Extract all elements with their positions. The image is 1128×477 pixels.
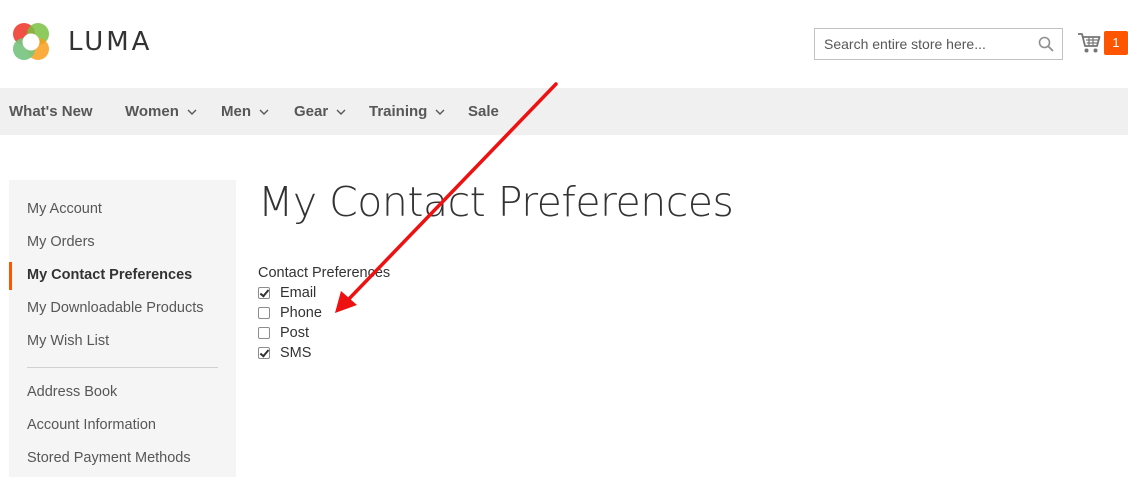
pref-option-post[interactable]: Post xyxy=(258,323,309,343)
nav-item-men[interactable]: Men xyxy=(221,88,269,135)
pref-option-label: Email xyxy=(280,285,317,301)
nav-item-label: Women xyxy=(125,103,179,120)
nav-item-label: Gear xyxy=(294,103,329,120)
post-checkbox[interactable] xyxy=(258,327,270,339)
nav-item-sale[interactable]: Sale xyxy=(468,88,499,135)
pref-option-label: SMS xyxy=(280,345,312,361)
chevron-down-icon xyxy=(259,109,269,115)
page-title: My Contact Preferences xyxy=(258,178,734,226)
pref-option-email[interactable]: Email xyxy=(258,283,316,303)
sidebar-item-my-account[interactable]: My Account xyxy=(27,201,102,217)
page-header: LUMA 1 xyxy=(0,0,1128,88)
sidebar-divider xyxy=(27,367,218,368)
nav-item-label: Sale xyxy=(468,103,499,120)
nav-item-whats-new[interactable]: What's New xyxy=(9,88,93,135)
pref-option-phone[interactable]: Phone xyxy=(258,303,322,323)
nav-item-label: Training xyxy=(369,103,428,120)
contact-preferences-label: Contact Preferences xyxy=(258,265,391,281)
nav-item-label: What's New xyxy=(9,103,93,120)
phone-checkbox[interactable] xyxy=(258,307,270,319)
pref-option-label: Phone xyxy=(280,305,322,321)
sidebar-item-my-contact-preferences: My Contact Preferences xyxy=(27,267,193,283)
search-icon[interactable] xyxy=(1038,36,1054,52)
sidebar-item-my-orders[interactable]: My Orders xyxy=(27,234,95,250)
main-navigation: What's New Women Men Gear Training Sale xyxy=(0,88,1128,135)
search-box xyxy=(814,28,1063,60)
pref-option-label: Post xyxy=(280,325,310,341)
pref-option-sms[interactable]: SMS xyxy=(258,343,311,363)
nav-item-training[interactable]: Training xyxy=(369,88,445,135)
nav-item-gear[interactable]: Gear xyxy=(294,88,346,135)
chevron-down-icon xyxy=(435,109,445,115)
nav-item-label: Men xyxy=(221,103,251,120)
active-item-indicator xyxy=(9,262,12,290)
logo-link[interactable]: LUMA xyxy=(9,19,169,65)
sidebar-item-stored-payment-methods[interactable]: Stored Payment Methods xyxy=(27,450,191,466)
contact-preferences-form: Contact Preferences Email Phone Post SMS xyxy=(258,265,391,361)
sidebar-item-my-wish-list[interactable]: My Wish List xyxy=(27,333,109,349)
search-input[interactable] xyxy=(815,29,1030,59)
logo-text: LUMA xyxy=(68,27,153,57)
sidebar-item-account-information[interactable]: Account Information xyxy=(27,417,156,433)
chevron-down-icon xyxy=(336,109,346,115)
cart-count-badge: 1 xyxy=(1104,31,1128,55)
nav-item-women[interactable]: Women xyxy=(125,88,197,135)
cart-icon[interactable] xyxy=(1077,32,1101,54)
sidebar-item-address-book[interactable]: Address Book xyxy=(27,384,117,400)
sms-checkbox[interactable] xyxy=(258,347,270,359)
minicart[interactable]: 1 xyxy=(1077,30,1128,56)
luma-logo-icon xyxy=(13,23,49,60)
sidebar-item-my-downloadable-products[interactable]: My Downloadable Products xyxy=(27,300,204,316)
account-sidebar: My Account My Orders My Contact Preferen… xyxy=(9,180,236,477)
email-checkbox[interactable] xyxy=(258,287,270,299)
chevron-down-icon xyxy=(187,109,197,115)
